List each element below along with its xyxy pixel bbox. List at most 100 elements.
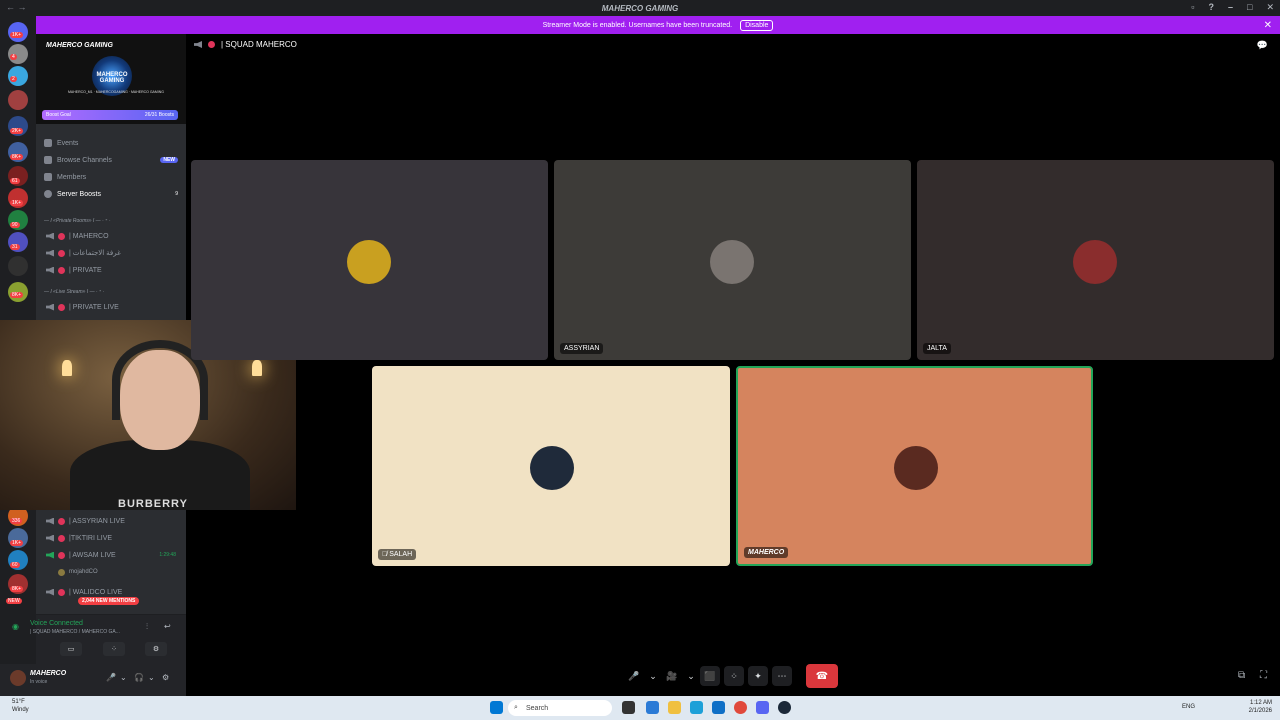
voice-channel-active[interactable]: | AWSAM LIVE 1:29:48 bbox=[46, 548, 176, 562]
fullscreen-icon[interactable]: ⛶ bbox=[1260, 670, 1267, 681]
task-view-icon[interactable] bbox=[622, 701, 635, 714]
server-name[interactable]: MAHERCO GAMING bbox=[46, 42, 113, 49]
boost-icon bbox=[44, 190, 52, 198]
browse-channels-item[interactable]: Browse Channels NEW bbox=[44, 153, 178, 167]
more-options-button[interactable]: ⋯ bbox=[772, 666, 792, 686]
system-clock[interactable]: 1:12 AM 2/1/2026 bbox=[1249, 699, 1272, 715]
maximize-button[interactable]: □ bbox=[1247, 2, 1252, 13]
shirt-brand: BURBERRY bbox=[118, 498, 188, 510]
voice-user[interactable]: mojahdCO bbox=[58, 565, 188, 579]
minimize-button[interactable]: – bbox=[1228, 2, 1233, 13]
signal-icon[interactable]: ◉ bbox=[12, 622, 19, 631]
settings-gear-icon[interactable]: ⚙ bbox=[162, 673, 169, 682]
steam-icon[interactable] bbox=[778, 701, 791, 714]
server-icon[interactable] bbox=[8, 90, 28, 110]
user-panel: MAHERCO In voice 🎤 ⌄ 🎧 ⌄ ⚙ bbox=[0, 664, 186, 696]
activities-button[interactable]: ⁘ bbox=[724, 666, 744, 686]
camera-button[interactable]: 🎥 bbox=[662, 666, 682, 686]
channel-name: | PRIVATE LIVE bbox=[69, 303, 119, 311]
soundboard-button[interactable]: ✦ bbox=[748, 666, 768, 686]
weather-temp: 51°F bbox=[12, 699, 25, 705]
voice-room[interactable]: | SQUAD MAHERCO / MAHERCO GA... bbox=[30, 629, 120, 635]
chevron-down-icon[interactable]: ⌄ bbox=[148, 673, 155, 682]
guild-badge: 1K+ bbox=[10, 540, 24, 546]
participant-tile[interactable]: JALTA bbox=[917, 160, 1274, 360]
category-private-rooms[interactable]: — I «Private Rooms» I — · ⁃ · bbox=[44, 218, 178, 224]
close-window-button[interactable]: ✕ bbox=[1266, 2, 1274, 13]
inbox-icon[interactable]: ▫ bbox=[1191, 2, 1194, 13]
guild-badge: 336 bbox=[10, 518, 23, 524]
microphone-button[interactable]: 🎤 bbox=[624, 666, 644, 686]
streamer-mode-banner: Streamer Mode is enabled. Usernames have… bbox=[36, 16, 1280, 34]
voice-channel[interactable]: |TIKTIRI LIVE bbox=[46, 531, 176, 545]
noise-icon[interactable]: ⫶ bbox=[146, 622, 148, 632]
participant-tile[interactable]: ASSYRIAN bbox=[554, 160, 911, 360]
speaker-icon bbox=[46, 266, 54, 274]
chevron-down-icon[interactable]: ⌄ bbox=[648, 666, 658, 686]
file-explorer-icon[interactable] bbox=[668, 701, 681, 714]
chevron-down-icon[interactable]: ⌄ bbox=[686, 666, 696, 686]
nav-arrows[interactable]: ← → bbox=[6, 2, 27, 12]
voice-channel[interactable]: | MAHERCO bbox=[46, 229, 176, 243]
guild-badge: 4 bbox=[10, 54, 17, 60]
channel-emoji-icon bbox=[58, 303, 65, 311]
discord-taskbar-icon[interactable] bbox=[756, 701, 769, 714]
banner-close-icon[interactable]: ✕ bbox=[1264, 20, 1272, 31]
chevron-down-icon[interactable]: ⌄ bbox=[120, 673, 127, 682]
channel-emoji-icon bbox=[58, 588, 65, 596]
new-badge: NEW bbox=[6, 598, 22, 604]
microphone-icon[interactable]: 🎤 bbox=[106, 673, 116, 682]
avatar[interactable] bbox=[10, 670, 26, 686]
disconnect-icon[interactable]: ↩ bbox=[164, 622, 171, 631]
category-live-stream[interactable]: — I «Live Stream» I — · ⁃ · bbox=[44, 289, 178, 295]
speaker-icon bbox=[46, 232, 54, 240]
voice-channel[interactable]: | ASSYRIAN LIVE bbox=[46, 514, 176, 528]
popout-icon[interactable]: ⧉ bbox=[1238, 670, 1245, 681]
boost-goal-bar[interactable]: Boost Goal 26/31 Boosts bbox=[42, 110, 178, 120]
activities-button[interactable]: ⁘ bbox=[103, 642, 125, 656]
windows-start-icon[interactable] bbox=[490, 701, 503, 714]
channel-name: | MAHERCO bbox=[69, 232, 109, 240]
voice-channel[interactable]: | PRIVATE LIVE bbox=[46, 300, 176, 314]
guild-badge: 8K+ bbox=[10, 292, 24, 298]
participant-tile[interactable] bbox=[191, 160, 548, 360]
new-mentions-badge[interactable]: 2,044 NEW MENTIONS bbox=[78, 597, 140, 605]
members-item[interactable]: Members bbox=[44, 170, 178, 184]
clock-date: 2/1/2026 bbox=[1248, 708, 1272, 714]
guild-badge: 1K+ bbox=[10, 32, 24, 38]
chrome-icon[interactable] bbox=[734, 701, 747, 714]
disconnect-call-button[interactable]: ☎ bbox=[806, 664, 838, 688]
disable-streamer-mode-button[interactable]: Disable bbox=[740, 19, 774, 31]
username[interactable]: MAHERCO bbox=[30, 670, 66, 677]
participant-avatar bbox=[347, 240, 391, 284]
headphones-icon[interactable]: 🎧 bbox=[134, 673, 144, 682]
taskbar-search[interactable]: ⌕ Search bbox=[508, 700, 612, 716]
channel-emoji-icon bbox=[58, 517, 65, 525]
share-screen-button[interactable]: ⬛ bbox=[700, 666, 720, 686]
language-indicator[interactable]: ENG bbox=[1182, 704, 1195, 710]
speaker-icon bbox=[194, 41, 202, 48]
participant-tile-speaking[interactable]: MAHERCO bbox=[736, 366, 1093, 566]
server-banner[interactable]: MAHERCO GAMING MAHERCO GAMING MAHERCO_M1… bbox=[36, 34, 186, 124]
voice-channel[interactable]: | غرفة الاجتماعات bbox=[46, 246, 176, 260]
weather-widget[interactable]: 51°F Windy bbox=[12, 698, 29, 714]
voice-channel[interactable]: | PRIVATE bbox=[46, 263, 176, 277]
app-icon[interactable] bbox=[646, 701, 659, 714]
guild-badge: 31 bbox=[10, 244, 20, 250]
participant-name-text: SALAH bbox=[389, 551, 413, 558]
weather-desc: Windy bbox=[12, 707, 29, 713]
server-icon[interactable] bbox=[8, 256, 28, 276]
participant-tile[interactable]: 🎙̸ SALAH bbox=[372, 366, 730, 566]
participant-name: ASSYRIAN bbox=[560, 343, 604, 354]
edge-icon[interactable] bbox=[690, 701, 703, 714]
chat-bubble-icon[interactable]: 💬 bbox=[1257, 40, 1268, 51]
store-icon[interactable] bbox=[712, 701, 725, 714]
events-item[interactable]: Events bbox=[44, 136, 178, 150]
screen-share-button[interactable]: ▭ bbox=[60, 642, 82, 656]
help-icon[interactable]: ? bbox=[1209, 2, 1215, 13]
soundboard-button[interactable]: ⚙ bbox=[145, 642, 167, 656]
guild-badge: 8K+ bbox=[10, 586, 24, 592]
new-badge: NEW bbox=[160, 157, 178, 163]
server-boosts-item[interactable]: Server Boosts 9 bbox=[44, 187, 178, 201]
guild-badge: 2 bbox=[10, 76, 17, 82]
